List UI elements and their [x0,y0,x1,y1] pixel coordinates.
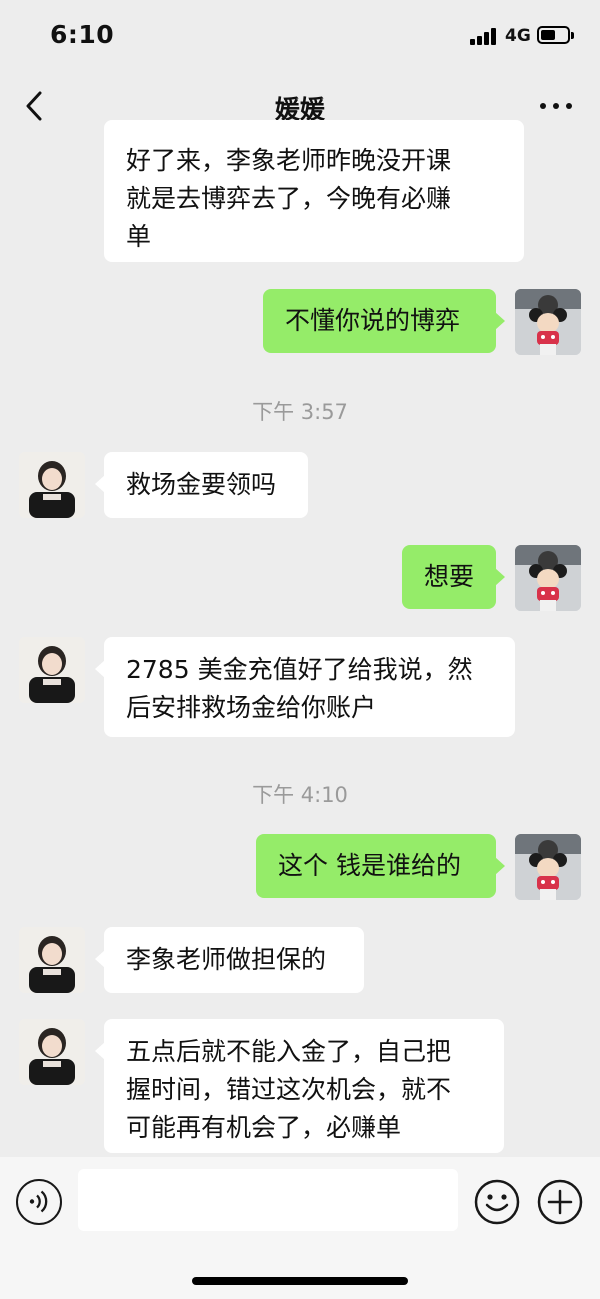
avatar-image [19,637,85,703]
message-bubble-incoming[interactable]: 五点后就不能入金了，自己把 握时间，错过这次机会，就不 可能再有机会了，必赚单 [95,1019,504,1153]
battery-level [541,30,555,40]
my-avatar[interactable] [515,834,581,900]
contact-avatar[interactable] [19,637,85,703]
message-bubble-incoming[interactable]: 李象老师做担保的 [95,927,364,993]
message-bubble-outgoing[interactable]: 这个 钱是谁给的 [256,834,505,898]
message-bubble-outgoing[interactable]: 想要 [402,545,505,609]
my-avatar[interactable] [515,545,581,611]
avatar-image [19,927,85,993]
more-functions-button[interactable] [537,1179,583,1225]
status-time: 6:10 [50,20,115,49]
message-bubble-incoming[interactable]: 2785 美金充值好了给我说，然 后安排救场金给你账户 [95,637,515,737]
avatar-image [19,1019,85,1085]
message-bubble-outgoing[interactable]: 不懂你说的博弈 [263,289,505,353]
message-input[interactable] [78,1169,458,1231]
avatar-image [515,289,581,355]
battery-icon [537,26,574,44]
home-indicator[interactable] [192,1277,408,1285]
contact-avatar[interactable] [19,452,85,518]
timestamp: 下午 4:10 [252,783,348,807]
input-bar [0,1157,600,1299]
contact-avatar[interactable] [19,927,85,993]
signal-icon [470,27,498,45]
my-avatar[interactable] [515,289,581,355]
voice-button[interactable] [16,1179,62,1225]
message-bubble-incoming[interactable]: 好了来，李象老师昨晚没开课 就是去博弈去了，今晚有必赚 单 [104,120,524,262]
avatar-image [515,834,581,900]
voice-icon [29,1190,48,1213]
plus-icon [537,1179,583,1225]
message-bubble-incoming[interactable]: 救场金要领吗 [95,452,308,518]
more-button[interactable] [534,88,578,124]
timestamp: 下午 3:57 [252,400,348,424]
status-bar: 6:10 4G [0,0,600,70]
emoji-button[interactable] [474,1179,520,1225]
network-type: 4G [505,26,531,46]
emoji-icon [474,1179,520,1225]
avatar-image [515,545,581,611]
contact-avatar[interactable] [19,1019,85,1085]
avatar-image [19,452,85,518]
